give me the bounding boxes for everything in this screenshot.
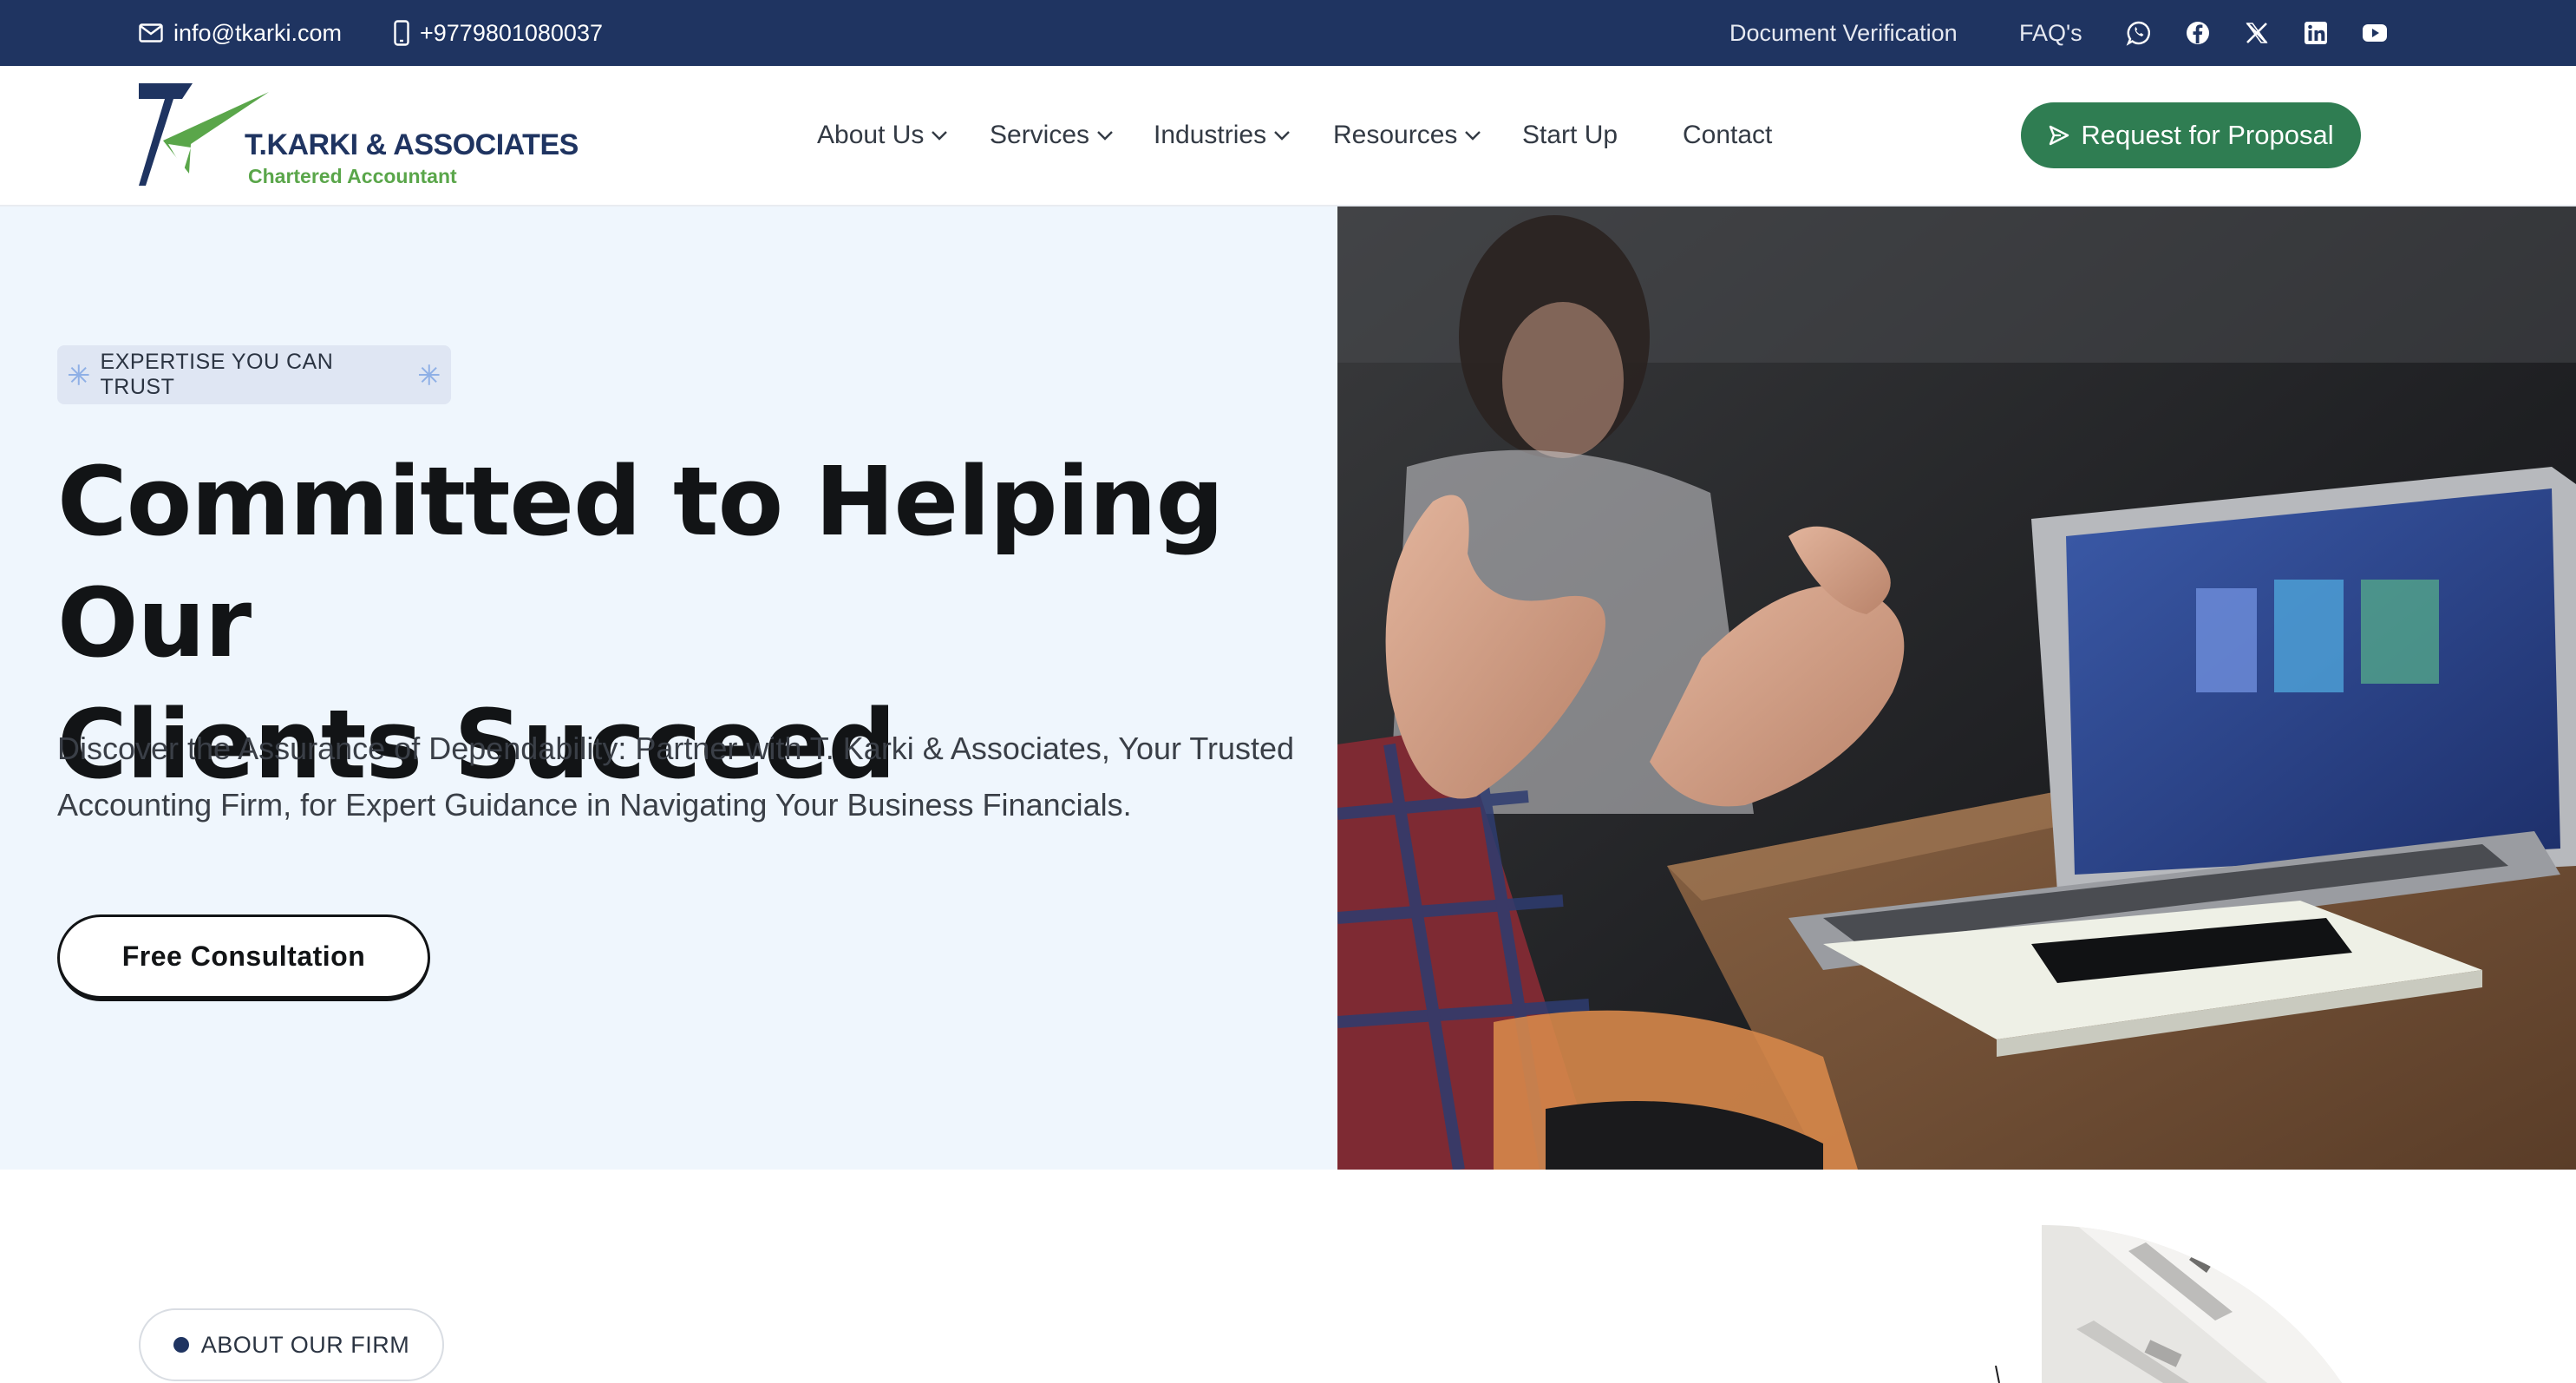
- top-bar-phone-link[interactable]: +9779801080037: [394, 0, 603, 66]
- chevron-down-icon: [932, 131, 948, 141]
- send-icon: [2050, 125, 2069, 146]
- linkedin-icon: [2305, 22, 2327, 44]
- nav-industries[interactable]: Industries: [1154, 66, 1291, 205]
- chevron-down-icon: [1465, 131, 1481, 141]
- nav-start-up[interactable]: Start Up: [1522, 66, 1618, 205]
- free-consultation-button[interactable]: Free Consultation: [57, 914, 430, 1001]
- mail-icon: [139, 23, 163, 43]
- bullet-dot-icon: [173, 1337, 189, 1353]
- youtube-icon: [2363, 24, 2387, 42]
- meeting-illustration: [1337, 206, 2576, 1170]
- chevron-down-icon: [1097, 131, 1113, 141]
- whatsapp-link[interactable]: [2122, 16, 2156, 50]
- faqs-link[interactable]: FAQ's: [2019, 0, 2082, 66]
- expertise-badge-text: EXPERTISE YOU CAN TRUST: [100, 350, 334, 399]
- x-twitter-icon: [2246, 23, 2268, 43]
- about-our-firm-pill: ABOUT OUR FIRM: [139, 1308, 444, 1381]
- whatsapp-icon: [2126, 21, 2150, 46]
- facebook-link[interactable]: [2180, 16, 2215, 50]
- nav-industries-label: Industries: [1154, 121, 1267, 149]
- linkedin-link[interactable]: [2298, 16, 2333, 50]
- top-bar-email-text: info@tkarki.com: [173, 19, 342, 46]
- request-for-proposal-button[interactable]: Request for Proposal: [2021, 102, 2361, 168]
- about-our-firm-label: ABOUT OUR FIRM: [200, 1331, 410, 1358]
- request-for-proposal-label: Request for Proposal: [2081, 120, 2334, 150]
- nav-resources-label: Resources: [1333, 121, 1458, 149]
- sparkle-icon: [68, 364, 89, 385]
- hero-meeting-photo: [1337, 206, 2576, 1170]
- hero-section: EXPERTISE YOU CAN TRUST Committed to Hel…: [0, 206, 1337, 1170]
- youtube-link[interactable]: [2357, 16, 2392, 50]
- facebook-icon: [2187, 22, 2209, 44]
- sparkle-icon: [419, 364, 441, 385]
- office-ceiling-illustration: [2042, 1225, 2389, 1383]
- expertise-badge: EXPERTISE YOU CAN TRUST: [57, 345, 451, 404]
- logo-company-subtitle: Chartered Accountant: [248, 165, 457, 187]
- hero-title-line-1: Committed to Helping Our: [57, 446, 1224, 678]
- nav-resources[interactable]: Resources: [1333, 66, 1481, 205]
- hero-description: Discover the Assurance of Dependability:…: [57, 731, 1295, 823]
- phone-icon: [394, 20, 409, 46]
- nav-contact[interactable]: Contact: [1683, 66, 1772, 205]
- company-logo[interactable]: T.KARKI & ASSOCIATES Chartered Accountan…: [139, 83, 590, 191]
- nav-start-up-label: Start Up: [1522, 121, 1618, 149]
- chevron-down-icon: [1274, 131, 1290, 141]
- document-verification-link[interactable]: Document Verification: [1729, 0, 1958, 66]
- nav-contact-label: Contact: [1683, 121, 1773, 149]
- logo-company-name: T.KARKI & ASSOCIATES: [245, 128, 579, 161]
- about-office-image: [2042, 1225, 2389, 1383]
- decorative-line: [1995, 1366, 2000, 1383]
- x-twitter-link[interactable]: [2239, 16, 2274, 50]
- top-bar-email-link[interactable]: info@tkarki.com: [139, 0, 342, 66]
- nav-about-us-label: About Us: [817, 121, 925, 149]
- top-bar-phone-text: +9779801080037: [420, 19, 603, 46]
- top-bar: info@tkarki.com +9779801080037 Document …: [0, 0, 2576, 66]
- main-header: T.KARKI & ASSOCIATES Chartered Accountan…: [0, 66, 2576, 206]
- nav-services[interactable]: Services: [990, 66, 1114, 205]
- nav-services-label: Services: [990, 121, 1090, 149]
- nav-about-us[interactable]: About Us: [817, 66, 948, 205]
